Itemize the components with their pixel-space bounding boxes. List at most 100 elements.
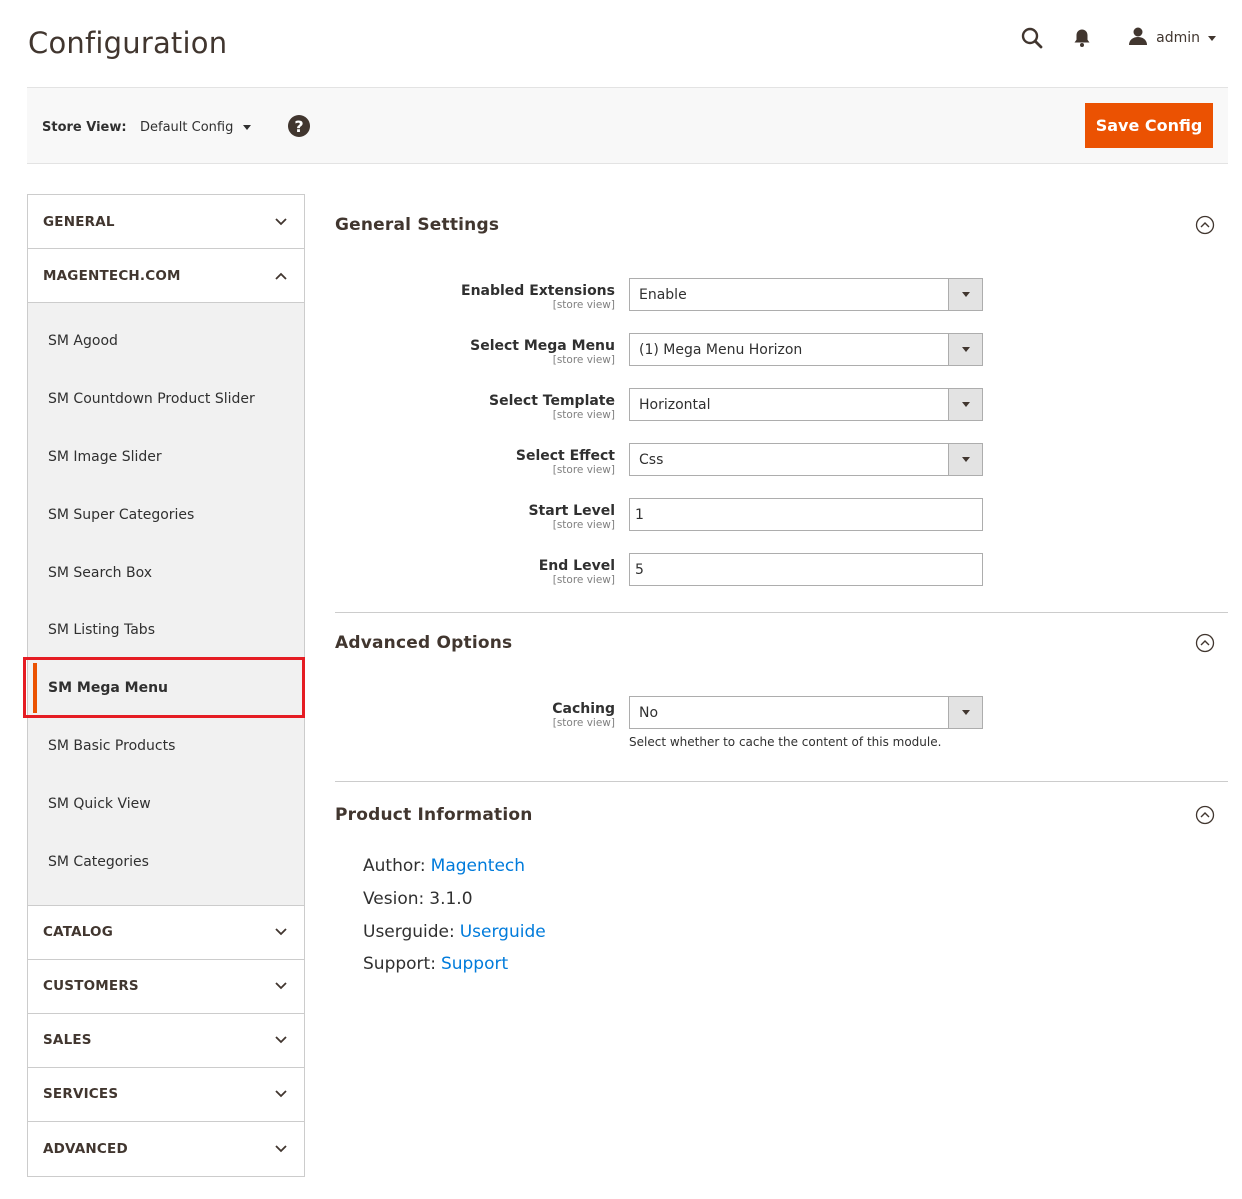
chevron-down-icon (243, 125, 252, 130)
sidebar-sublist-magentech: SM Agood SM Countdown Product Slider SM … (28, 303, 304, 906)
field-note: Select whether to cache the content of t… (629, 735, 942, 749)
start-level-input[interactable]: 1 (629, 498, 983, 531)
select-value: Enable (639, 286, 687, 303)
field-label-text: Enabled Extensions (461, 283, 615, 299)
sidebar-section-magentech[interactable]: MAGENTECH.COM (28, 249, 304, 303)
fieldset-title: General Settings (335, 215, 500, 235)
info-key: Vesion: (363, 889, 425, 910)
sidebar-item-sm-basic-products[interactable]: SM Basic Products (28, 717, 304, 775)
support-link[interactable]: Support (441, 954, 508, 974)
field-row-select-mega-menu: Select Mega Menu [store view] (1) Mega M… (335, 333, 1228, 388)
sidebar-section-advanced[interactable]: ADVANCED (28, 1121, 304, 1176)
sidebar-item-sm-quick-view[interactable]: SM Quick View (28, 775, 304, 833)
dropdown-arrow-icon (948, 334, 982, 365)
sidebar-section-customers[interactable]: CUSTOMERS (28, 959, 304, 1014)
product-info-userguide: Userguide: Userguide (363, 915, 1228, 948)
select-value: Css (639, 451, 664, 468)
field-scope: [store view] (552, 409, 615, 421)
sidebar-item-sm-super-categories[interactable]: SM Super Categories (28, 486, 304, 544)
end-level-input[interactable]: 5 (629, 553, 983, 586)
sidebar-item-sm-countdown-product-slider[interactable]: SM Countdown Product Slider (28, 370, 304, 428)
notifications-bell-icon[interactable] (1068, 24, 1096, 52)
field-row-select-template: Select Template [store view] Horizontal (335, 388, 1228, 443)
select-value: (1) Mega Menu Horizon (639, 341, 803, 358)
select-template-select[interactable]: Horizontal (629, 388, 983, 421)
userguide-link[interactable]: Userguide (460, 922, 546, 942)
field-label-text: Start Level (528, 503, 615, 519)
fieldset-header-product-information[interactable]: Product Information (335, 785, 1228, 845)
collapse-icon[interactable] (1195, 805, 1215, 825)
field-row-start-level: Start Level [store view] 1 (335, 498, 1228, 553)
select-value: Horizontal (639, 396, 711, 413)
field-label-text: End Level (538, 558, 615, 574)
sidebar-item-sm-search-box[interactable]: SM Search Box (28, 544, 304, 602)
fieldset-advanced-options: Advanced Options Caching [store view] No… (335, 613, 1228, 782)
sidebar-item-sm-image-slider[interactable]: SM Image Slider (28, 428, 304, 486)
fieldset-header-advanced-options[interactable]: Advanced Options (335, 613, 1228, 673)
select-mega-menu-select[interactable]: (1) Mega Menu Horizon (629, 333, 983, 366)
sidebar-section-services[interactable]: SERVICES (28, 1067, 304, 1122)
fieldset-title: Advanced Options (335, 633, 513, 653)
collapse-icon[interactable] (1195, 633, 1215, 653)
version-value: 3.1.0 (429, 889, 473, 910)
dropdown-arrow-icon (948, 389, 982, 420)
sidebar-item-sm-mega-menu[interactable]: SM Mega Menu (28, 659, 304, 717)
chevron-down-icon (274, 1033, 288, 1047)
chevron-down-icon (274, 215, 288, 229)
field-label: Caching [store view] (552, 701, 615, 729)
field-row-select-effect: Select Effect [store view] Css (335, 443, 1228, 498)
sidebar-section-general[interactable]: GENERAL (28, 195, 304, 249)
sidebar-section-sales[interactable]: SALES (28, 1013, 304, 1068)
field-label-text: Select Effect (515, 448, 615, 464)
field-scope: [store view] (552, 574, 615, 586)
fieldset-body: Caching [store view] No Select whether t… (335, 673, 1228, 751)
help-icon[interactable]: ? (288, 115, 310, 137)
select-effect-select[interactable]: Css (629, 443, 983, 476)
config-main-panel: General Settings Enabled Extensions [sto… (335, 195, 1228, 981)
dropdown-arrow-icon (948, 697, 982, 728)
fieldset-product-information: Product Information Author: Magentech Ve… (335, 785, 1228, 981)
info-key: Author: (363, 856, 426, 877)
header-actions: admin (1018, 24, 1216, 52)
search-icon[interactable] (1018, 24, 1046, 52)
product-info-version: Vesion: 3.1.0 (363, 883, 1228, 916)
chevron-down-icon (274, 1142, 288, 1156)
info-key: Support: (363, 954, 436, 975)
field-label: Select Mega Menu [store view] (470, 338, 615, 366)
sidebar-section-catalog[interactable]: CATALOG (28, 905, 304, 960)
collapse-icon[interactable] (1195, 215, 1215, 235)
sidebar-section-label: ADVANCED (43, 1140, 128, 1157)
store-view-switcher[interactable]: Default Config (140, 120, 252, 135)
field-label: Select Template [store view] (489, 393, 615, 421)
chevron-down-icon (1208, 35, 1216, 41)
user-account-menu[interactable]: admin (1128, 26, 1216, 50)
sidebar-section-label: SALES (43, 1032, 92, 1049)
save-config-button[interactable]: Save Config (1085, 103, 1213, 148)
field-label: Select Effect [store view] (516, 448, 615, 476)
chevron-down-icon (274, 925, 288, 939)
field-scope: [store view] (552, 299, 615, 311)
field-scope: [store view] (552, 354, 615, 366)
fieldset-general-settings: General Settings Enabled Extensions [sto… (335, 195, 1228, 613)
caching-select[interactable]: No (629, 696, 983, 729)
field-label: Enabled Extensions [store view] (461, 283, 615, 311)
sidebar-item-sm-categories[interactable]: SM Categories (28, 833, 304, 891)
field-scope: [store view] (552, 717, 615, 729)
sidebar-section-label: GENERAL (43, 213, 115, 230)
info-key: Userguide: (363, 921, 455, 942)
sidebar-section-label: CATALOG (43, 924, 113, 941)
fieldset-header-general-settings[interactable]: General Settings (335, 195, 1228, 255)
user-name: admin (1156, 30, 1200, 46)
store-view-bar: Store View: Default Config ? Save Config (27, 87, 1228, 164)
enabled-extensions-select[interactable]: Enable (629, 278, 983, 311)
sidebar-section-label: MAGENTECH.COM (43, 267, 181, 284)
field-label: Start Level [store view] (528, 503, 615, 531)
product-info-list: Author: Magentech Vesion: 3.1.0 Userguid… (335, 845, 1228, 981)
chevron-down-icon (274, 1087, 288, 1101)
chevron-down-icon (274, 979, 288, 993)
fieldset-title: Product Information (335, 805, 533, 825)
sidebar-item-sm-agood[interactable]: SM Agood (28, 312, 304, 370)
author-link[interactable]: Magentech (431, 856, 525, 876)
user-icon (1128, 26, 1148, 50)
sidebar-item-sm-listing-tabs[interactable]: SM Listing Tabs (28, 601, 304, 659)
